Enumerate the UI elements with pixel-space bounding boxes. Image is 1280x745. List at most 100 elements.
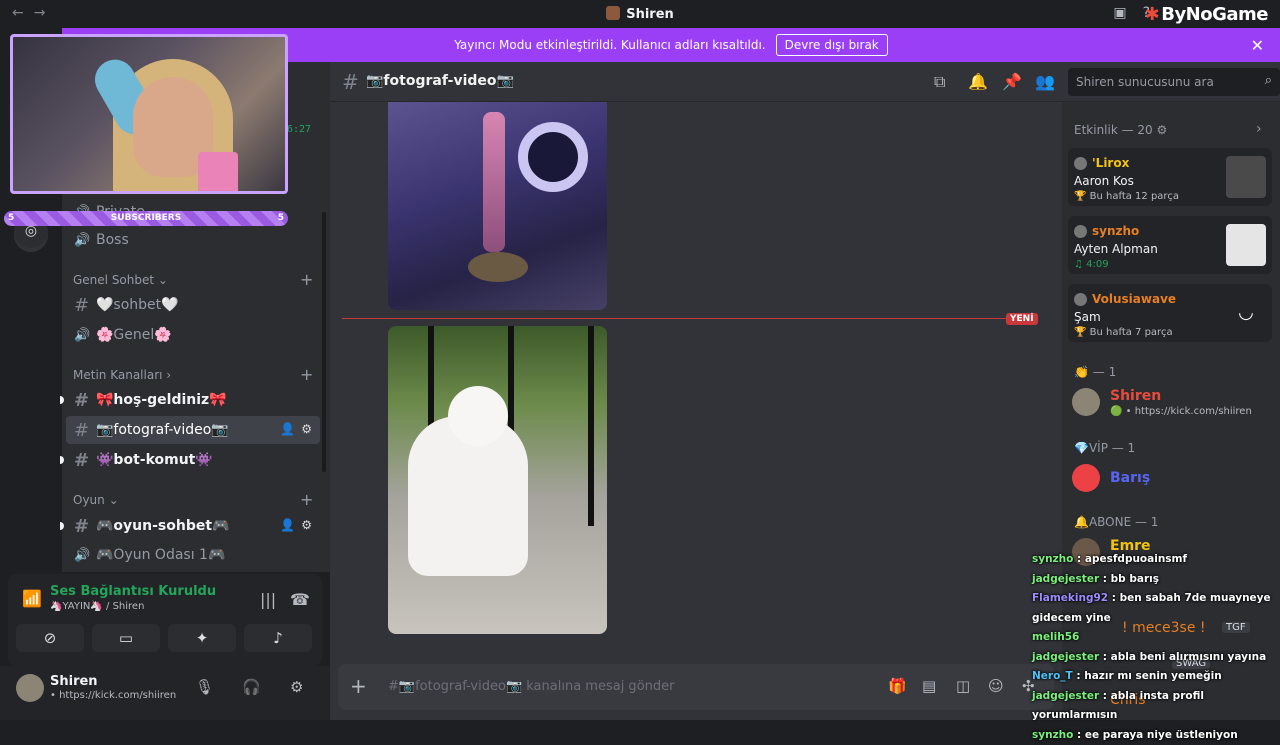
avatar[interactable] (16, 674, 44, 702)
microphone-icon[interactable]: 🎙 (195, 678, 214, 696)
channel-bot-komut[interactable]: #👾bot-komut👾 (66, 446, 320, 474)
category-metin-kanallari[interactable]: Metin Kanalları › (73, 368, 171, 382)
close-icon[interactable]: ✕ (1251, 36, 1264, 55)
channel-fotograf-video[interactable]: #📷fotograf-video📷 👤⚙ (66, 416, 320, 444)
user-settings-gear-icon[interactable]: ⚙ (290, 678, 303, 696)
activity-card[interactable]: 'Lirox Aaron Kos 🏆 Bu hafta 12 parça (1068, 148, 1272, 206)
sticker-icon[interactable]: ◫ (956, 677, 970, 695)
hash-icon: # (342, 70, 359, 94)
chat-username: jadgejester (1032, 573, 1099, 585)
chat-message: jadgejester : abla beni alırmısını yayın… (1032, 648, 1280, 668)
banner-text: Yayıncı Modu etkinleştirildi. Kullanıcı … (454, 38, 765, 52)
inbox-icon[interactable]: ▣ (1113, 5, 1126, 21)
invite-icon[interactable]: 👤 (280, 422, 295, 436)
window-title: Shiren (0, 6, 1280, 22)
activities-button[interactable]: ✦ (168, 624, 236, 652)
member-item[interactable]: Barış (1072, 462, 1272, 496)
new-messages-divider (342, 318, 1020, 319)
channel-name: 📷fotograf-video📷 (366, 73, 514, 89)
chat-username: melih56 (1032, 631, 1079, 643)
speaker-icon: 🔊 (74, 548, 96, 563)
search-input[interactable]: Shiren sunucusunu ara⌕ (1068, 68, 1280, 96)
member-list-icon[interactable]: 👥 (1035, 72, 1055, 91)
gift-icon[interactable]: 🎁 (888, 677, 907, 695)
hash-icon: # (74, 295, 96, 316)
pin-icon[interactable]: 📌 (1002, 72, 1022, 91)
headphones-icon[interactable]: 🎧 (242, 678, 261, 696)
hash-icon: # (74, 420, 96, 441)
chat-username: jadgejester (1032, 651, 1099, 663)
avatar (1072, 464, 1100, 492)
signal-icon: 📶 (22, 589, 42, 608)
chat-text: : bb barış (1099, 573, 1159, 585)
loading-spinner-icon: ◡ (1226, 292, 1266, 334)
album-art (1226, 224, 1266, 266)
channel-sohbet[interactable]: #🤍sohbet🤍 (66, 291, 320, 319)
channel-actions: 👤⚙ (280, 422, 312, 436)
add-channel-icon[interactable]: + (300, 365, 313, 384)
channel-oyun-odasi[interactable]: 🔊🎮Oyun Odası 1🎮 (66, 541, 320, 569)
disable-streamer-mode-button[interactable]: Devre dışı bırak (776, 34, 888, 56)
category-oyun[interactable]: Oyun ⌄ (73, 493, 119, 507)
search-icon: ⌕ (1265, 73, 1272, 88)
avatar (1074, 157, 1087, 170)
emoji-icon[interactable]: ☺ (988, 677, 1004, 695)
album-art (1226, 156, 1266, 198)
speaker-icon: 🔊 (74, 233, 96, 248)
chat-message: Flameking92 : ben sabah 7de muayneye gid… (1032, 589, 1280, 628)
settings-gear-icon[interactable]: ⚙ (301, 518, 312, 532)
member-item[interactable]: Shiren 🟢 • https://kick.com/shiiren (1072, 386, 1272, 420)
screen-share-button[interactable]: ▭ (92, 624, 160, 652)
disconnect-icon[interactable]: ☎ (290, 590, 310, 609)
camera-off-button[interactable]: ⊘ (16, 624, 84, 652)
invite-icon[interactable]: 👤 (280, 518, 295, 532)
add-channel-icon[interactable]: + (300, 270, 313, 289)
chat-username: synzho (1032, 553, 1073, 565)
user-name[interactable]: Shiren (50, 674, 98, 689)
avatar (1074, 293, 1087, 306)
chat-username: Flameking92 (1032, 592, 1108, 604)
channel-hos-geldiniz[interactable]: #🎀hoş-geldiniz🎀 (66, 386, 320, 414)
soundboard-button[interactable]: ♪ (244, 624, 312, 652)
settings-gear-icon[interactable]: ⚙ (301, 422, 312, 436)
channel-oyun-sohbet[interactable]: #🎮oyun-sohbet🎮 👤⚙ (66, 512, 320, 540)
message-composer[interactable]: + #📷fotograf-video📷 kanalına mesaj gönde… (338, 664, 1054, 710)
chat-text: : abla beni alırmısını yayına (1099, 651, 1266, 663)
attachment-image-cat[interactable] (388, 326, 607, 634)
composer-placeholder[interactable]: #📷fotograf-video📷 kanalına mesaj gönder (388, 679, 674, 694)
add-channel-icon[interactable]: + (300, 490, 313, 509)
user-panel: Shiren • https://kick.com/shiiren 🎙 🎧 ⚙ (0, 666, 330, 720)
avatar (1074, 225, 1087, 238)
hash-icon: # (74, 390, 96, 411)
clock-fragment: 6:27 (287, 124, 311, 135)
speaker-icon: 🔊 (74, 328, 96, 343)
chat-username: jadgejester (1032, 690, 1099, 702)
threads-icon[interactable]: ⧉ (934, 72, 945, 92)
gif-icon[interactable]: ▤ (922, 677, 936, 695)
chat-message: melih56 (1032, 628, 1280, 648)
activity-card[interactable]: synzho Ayten Alpman ♫ 4:09 (1068, 216, 1272, 274)
hash-icon: # (74, 450, 96, 471)
sidebar-scrollbar[interactable] (322, 212, 326, 472)
chat-username: Nero_T (1032, 670, 1073, 682)
notification-bell-icon[interactable]: 🔔 (968, 72, 988, 91)
activity-header: Etkinlik — 20 ⚙ (1074, 123, 1167, 137)
noise-suppression-icon[interactable]: ||| (260, 590, 276, 609)
channel-actions: 👤⚙ (280, 518, 312, 532)
channel-header: # 📷fotograf-video📷 ⧉ 🔔 📌 👥 Shiren sunucu… (330, 62, 1280, 102)
channel-genel[interactable]: 🔊🌸Genel🌸 (66, 321, 320, 349)
activity-card[interactable]: Volusiawave Şam 🏆 Bu hafta 7 parça ◡ (1068, 284, 1272, 342)
chat-message: synzho : apesfdpuoainsmf (1032, 550, 1280, 570)
subscribers-bar: 5 SUBSCRIBERS 5 (4, 211, 288, 226)
server-icon (606, 6, 620, 20)
voice-status[interactable]: Ses Bağlantısı Kuruldu (50, 584, 216, 599)
voice-channel[interactable]: 🦄YAYIN🦄 / Shiren (50, 601, 144, 612)
chat-message: Nero_T : hazır mı senin yemeğin (1032, 667, 1280, 687)
attachment-image-figure[interactable] (388, 102, 607, 310)
brand-logo-icon: ✱ (1145, 4, 1160, 25)
channel-boss[interactable]: 🔊Boss (66, 226, 320, 254)
category-genel-sohbet[interactable]: Genel Sohbet ⌄ (73, 273, 168, 287)
upload-plus-icon[interactable]: + (350, 674, 367, 698)
chevron-right-icon[interactable]: › (1256, 121, 1262, 137)
avatar (1072, 388, 1100, 416)
